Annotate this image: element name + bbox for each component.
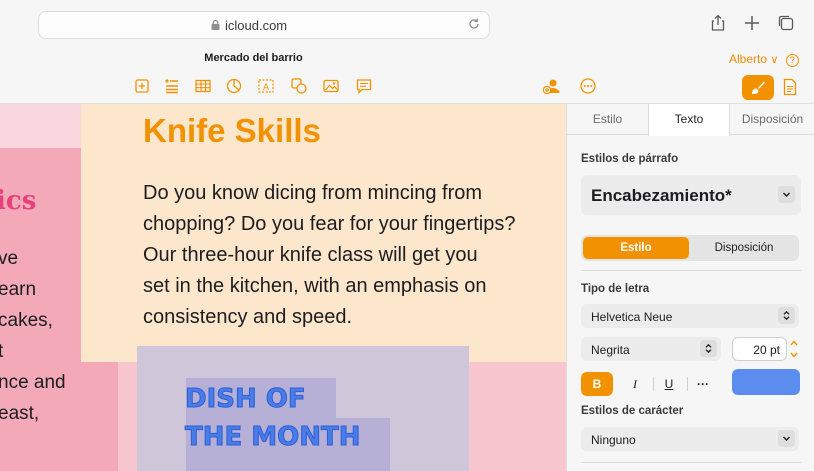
char-style-select[interactable]: Ninguno <box>581 427 799 451</box>
body-text-line[interactable]: set in the kitchen, with an emphasis on <box>143 275 487 298</box>
font-family-value: Helvetica Neue <box>591 310 673 324</box>
add-page-icon[interactable] <box>133 77 151 95</box>
comment-icon[interactable] <box>355 77 373 95</box>
address-bar[interactable]: icloud.com <box>38 11 490 39</box>
font-size-value: 20 pt <box>753 343 780 357</box>
left-block-line[interactable]: nce and <box>0 372 66 394</box>
tab-disposicion[interactable]: Disposición <box>730 104 814 135</box>
paragraph-style-value: Encabezamiento* <box>591 186 732 205</box>
document-icon[interactable] <box>782 78 798 96</box>
user-menu[interactable]: Alberto ∨ ? <box>729 52 799 67</box>
share-icon[interactable] <box>709 14 727 32</box>
bold-button[interactable]: B <box>581 372 613 396</box>
left-block-line[interactable]: east, <box>0 403 39 425</box>
up-down-chevron-icon <box>700 340 717 357</box>
reload-icon[interactable] <box>467 17 481 31</box>
user-name: Alberto <box>729 52 768 66</box>
left-block-title[interactable]: ics <box>0 186 36 216</box>
italic-button[interactable]: I <box>619 372 651 396</box>
chevron-down-icon <box>778 430 795 447</box>
chevron-down-icon <box>778 186 795 203</box>
text-color-well[interactable] <box>732 369 800 395</box>
left-block-line[interactable]: earn <box>0 279 36 301</box>
document-title[interactable]: Mercado del barrio <box>0 52 507 64</box>
media-icon[interactable] <box>322 77 340 95</box>
font-size-stepper-icon[interactable] <box>789 338 799 360</box>
more-icon[interactable] <box>579 77 597 95</box>
more-text-options-button[interactable]: ··· <box>687 372 719 396</box>
chart-icon[interactable] <box>225 77 243 95</box>
svg-text:A: A <box>263 82 269 92</box>
collaborate-icon[interactable] <box>542 76 562 96</box>
app-window: icloud.com Mercado del barrio Alberto ∨ … <box>0 0 814 471</box>
body-text-line[interactable]: chopping? Do you fear for your fingertip… <box>143 213 515 236</box>
tab-overview-icon[interactable] <box>777 14 795 32</box>
bulleted-list-icon[interactable] <box>163 77 181 95</box>
text-box-icon[interactable]: A <box>257 77 275 95</box>
format-button[interactable] <box>742 75 774 100</box>
browser-toolbar: icloud.com <box>0 0 814 48</box>
dish-of-the-month-line[interactable]: THE MONTH <box>185 422 362 453</box>
char-styles-label: Estilos de carácter <box>581 405 684 417</box>
divider <box>653 377 654 391</box>
format-brush-icon <box>752 81 765 95</box>
font-size-field[interactable]: 20 pt <box>732 337 787 361</box>
body-text-line[interactable]: consistency and speed. <box>143 306 352 329</box>
body-text-line[interactable]: Do you know dicing from mincing from <box>143 182 482 205</box>
sidebar-tabs: Estilo Texto Disposición <box>567 104 814 136</box>
tab-estilo[interactable]: Estilo <box>567 104 648 135</box>
divider <box>581 462 801 463</box>
paragraph-styles-label: Estilos de párrafo <box>581 153 679 165</box>
segment-disposicion[interactable]: Disposición <box>691 237 797 259</box>
paragraph-segmented-control: Estilo Disposición <box>581 235 799 261</box>
left-block-line[interactable]: t <box>0 341 3 363</box>
format-sidebar: Estilo Texto Disposición Estilos de párr… <box>566 104 814 471</box>
help-icon[interactable]: ? <box>785 54 799 67</box>
underline-button[interactable]: U <box>653 372 685 396</box>
chevron-down-icon: ∨ <box>770 54 779 66</box>
segment-estilo[interactable]: Estilo <box>583 237 689 259</box>
up-down-chevron-icon <box>778 307 795 324</box>
document-canvas[interactable]: ics ve earn cakes, t nce and east, Knife… <box>0 104 566 471</box>
table-icon[interactable] <box>194 77 212 95</box>
left-block-line[interactable]: ve <box>0 248 18 270</box>
divider <box>687 377 688 391</box>
tab-texto[interactable]: Texto <box>648 104 730 136</box>
lock-icon <box>211 20 220 30</box>
paragraph-style-dropdown[interactable]: Encabezamiento* <box>581 175 801 215</box>
heading-knife-skills[interactable]: Knife Skills <box>143 112 321 150</box>
font-weight-value: Negrita <box>591 343 630 357</box>
char-style-value: Ninguno <box>591 433 636 447</box>
left-block-line[interactable]: cakes, <box>0 310 53 332</box>
font-family-select[interactable]: Helvetica Neue <box>581 304 799 328</box>
font-weight-select[interactable]: Negrita <box>581 337 721 361</box>
font-label: Tipo de letra <box>581 283 650 295</box>
url-text: icloud.com <box>225 18 288 33</box>
body-text-line[interactable]: Our three-hour knife class will get you <box>143 244 478 267</box>
app-toolbar: Mercado del barrio Alberto ∨ ? A <box>0 48 814 104</box>
divider <box>581 270 801 271</box>
new-tab-icon[interactable] <box>743 14 761 32</box>
shape-icon[interactable] <box>290 77 308 95</box>
dish-of-the-month-line[interactable]: DISH OF <box>185 384 307 415</box>
